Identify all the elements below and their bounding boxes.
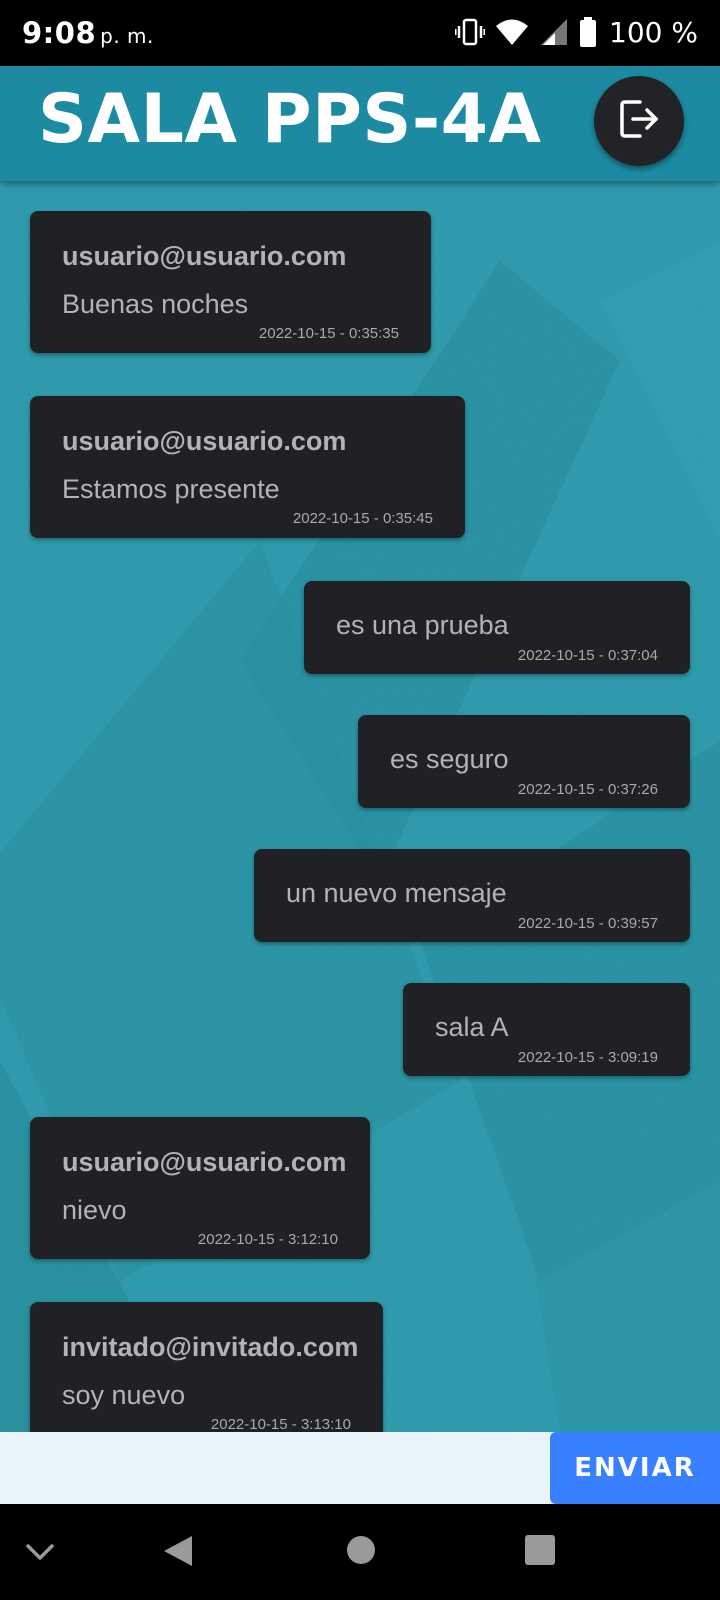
message-timestamp: 2022-10-15 - 0:39:57 (517, 915, 658, 932)
system-nav-bar (0, 1504, 720, 1600)
page-title: SALA PPS-4A (38, 80, 542, 159)
recents-icon[interactable] (525, 1535, 555, 1570)
message-text: sala A (435, 1012, 509, 1042)
message-sender: usuario@usuario.com (62, 426, 347, 456)
message-text: soy nuevo (62, 1380, 186, 1410)
message-text: es seguro (390, 744, 509, 774)
message-bubble: es seguro 2022-10-15 - 0:37:26 (358, 715, 690, 808)
message-bubble: sala A 2022-10-15 - 3:09:19 (403, 983, 690, 1076)
message-text: un nuevo mensaje (286, 878, 507, 908)
battery-icon (579, 17, 597, 47)
chevron-down-icon[interactable] (24, 1540, 56, 1569)
back-icon[interactable] (162, 1534, 194, 1573)
send-button[interactable]: ENVIAR (550, 1432, 720, 1504)
message-bubble: usuario@usuario.com Estamos presente 202… (30, 396, 465, 538)
home-icon[interactable] (346, 1535, 376, 1570)
app-header: SALA PPS-4A (0, 66, 720, 181)
battery-percent: 100 % (609, 15, 698, 49)
message-sender: usuario@usuario.com (62, 241, 347, 271)
message-timestamp: 2022-10-15 - 0:35:45 (292, 510, 433, 527)
message-input[interactable] (0, 1432, 550, 1504)
message-bubble: invitado@invitado.com soy nuevo 2022-10-… (30, 1302, 383, 1432)
vibrate-icon (455, 17, 486, 47)
logout-icon (616, 96, 662, 147)
message-bubble: es una prueba 2022-10-15 - 0:37:04 (304, 581, 690, 674)
message-bubble: usuario@usuario.com nievo 2022-10-15 - 3… (30, 1117, 370, 1259)
status-bar: 9:08 p. m. 100 % (0, 0, 720, 66)
message-text: Buenas noches (62, 289, 249, 319)
message-timestamp: 2022-10-15 - 0:35:35 (258, 325, 399, 342)
message-text: Estamos presente (62, 474, 280, 504)
message-timestamp: 2022-10-15 - 0:37:26 (517, 781, 658, 798)
clock: 9:08 (22, 16, 97, 50)
status-icons: 100 % (455, 14, 698, 50)
signal-icon (539, 17, 569, 47)
message-timestamp: 2022-10-15 - 3:13:10 (210, 1416, 351, 1432)
logout-button[interactable] (594, 76, 684, 166)
message-text: es una prueba (336, 610, 509, 640)
wifi-icon (495, 17, 529, 47)
chat-area[interactable]: usuario@usuario.com Buenas noches 2022-1… (0, 181, 720, 1432)
message-sender: invitado@invitado.com (62, 1332, 359, 1362)
message-bubble: un nuevo mensaje 2022-10-15 - 0:39:57 (254, 849, 690, 942)
clock-ampm: p. m. (100, 24, 154, 48)
message-timestamp: 2022-10-15 - 0:37:04 (517, 647, 658, 664)
message-bubble: usuario@usuario.com Buenas noches 2022-1… (30, 211, 431, 353)
status-time: 9:08 p. m. (22, 16, 154, 50)
message-timestamp: 2022-10-15 - 3:09:19 (517, 1049, 658, 1066)
message-sender: usuario@usuario.com (62, 1147, 347, 1177)
message-text: nievo (62, 1195, 127, 1225)
message-composer: ENVIAR (0, 1432, 720, 1504)
message-timestamp: 2022-10-15 - 3:12:10 (197, 1231, 338, 1248)
